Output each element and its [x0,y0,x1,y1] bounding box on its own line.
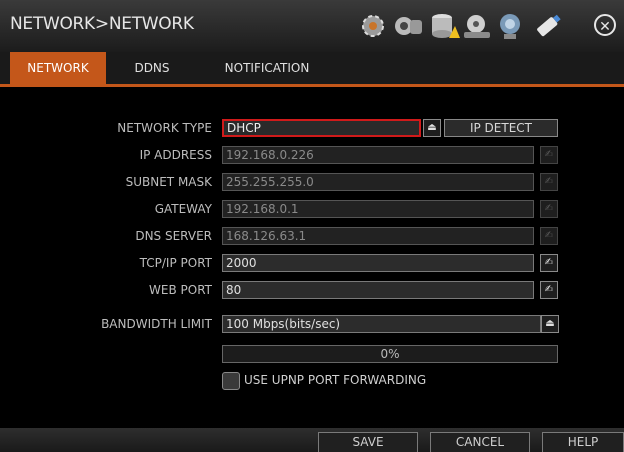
page-title: NETWORK>NETWORK [10,14,194,34]
title-bar: NETWORK>NETWORK ✕ [0,0,624,53]
dns-server-field[interactable]: 168.126.63.1 [222,227,534,245]
cancel-button[interactable]: CANCEL [430,432,530,452]
network-type-select[interactable]: DHCP [222,119,421,137]
web-port-edit-icon[interactable]: ✍ [540,281,558,299]
settings-icon[interactable] [356,10,390,42]
subnet-mask-field[interactable]: 255.255.255.0 [222,173,534,191]
network-icon[interactable] [496,10,530,42]
tab-notification[interactable]: NOTIFICATION [214,52,320,84]
gateway-label: GATEWAY [154,202,212,216]
network-type-dropdown-icon[interactable]: ⏏ [423,119,441,137]
dns-server-label: DNS SERVER [135,229,212,243]
storage-icon[interactable] [427,10,461,42]
upnp-label: USE UPNP PORT FORWARDING [244,373,427,387]
tab-ddns[interactable]: DDNS [122,52,182,84]
subnet-mask-edit-icon: ✍ [540,173,558,191]
gateway-field[interactable]: 192.168.0.1 [222,200,534,218]
bandwidth-dropdown-icon[interactable]: ⏏ [541,315,559,333]
dns-server-edit-icon: ✍ [540,227,558,245]
usb-icon[interactable] [531,10,565,42]
ip-detect-button[interactable]: IP DETECT [444,119,558,137]
help-button[interactable]: HELP [542,432,624,452]
network-type-label: NETWORK TYPE [117,121,212,135]
subnet-mask-label: SUBNET MASK [125,175,212,189]
upnp-checkbox[interactable] [222,372,240,390]
bandwidth-limit-select[interactable]: 100 Mbps(bits/sec) [222,315,541,333]
ip-address-label: IP ADDRESS [139,148,212,162]
tcpip-port-edit-icon[interactable]: ✍ [540,254,558,272]
tab-network[interactable]: NETWORK [10,52,106,84]
ip-address-edit-icon: ✍ [540,146,558,164]
save-button[interactable]: SAVE [318,432,418,452]
tcpip-port-label: TCP/IP PORT [139,256,212,270]
tab-bar: NETWORK DDNS NOTIFICATION [0,52,624,87]
camera-icon[interactable] [392,10,426,42]
progress-bar: 0% [222,345,558,363]
bandwidth-limit-label: BANDWIDTH LIMIT [101,317,212,331]
gateway-edit-icon: ✍ [540,200,558,218]
bottom-bar [0,428,624,452]
recording-icon[interactable] [461,10,495,42]
close-icon[interactable]: ✕ [594,14,616,36]
tcpip-port-field[interactable]: 2000 [222,254,534,272]
web-port-label: WEB PORT [149,283,212,297]
ip-address-field[interactable]: 192.168.0.226 [222,146,534,164]
web-port-field[interactable]: 80 [222,281,534,299]
